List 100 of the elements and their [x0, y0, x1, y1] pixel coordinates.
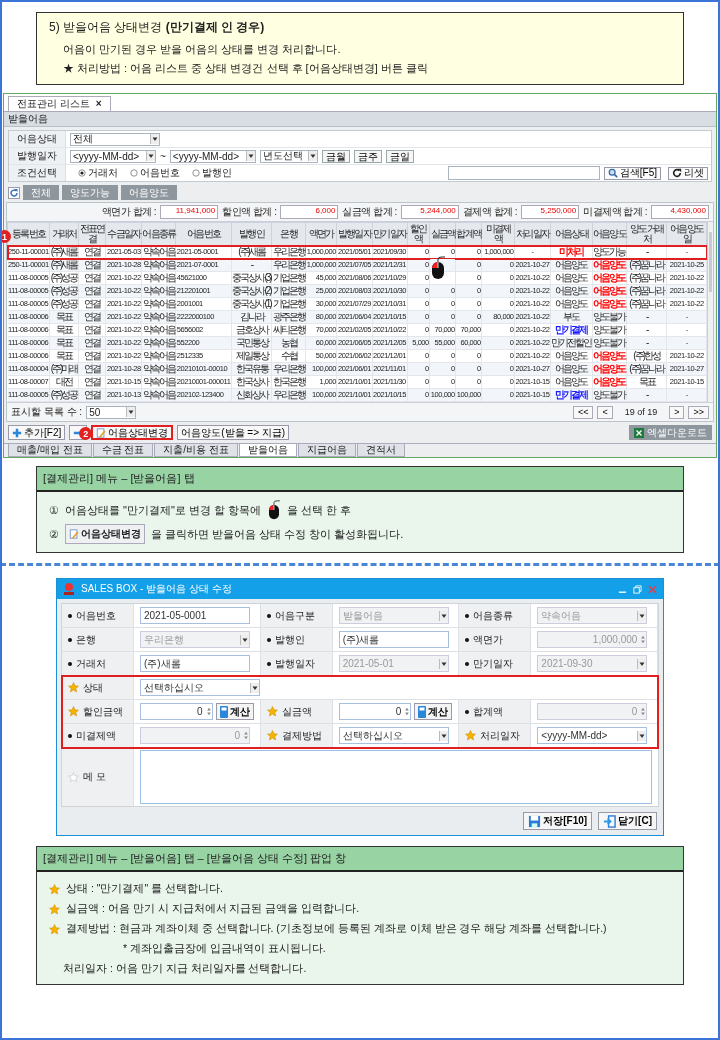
dropdown[interactable]: 선택하십시오: [140, 679, 260, 696]
year-dropdown[interactable]: 년도선택: [259, 149, 318, 163]
save-button[interactable]: 저장[F10]: [523, 812, 593, 830]
step-text: 을 클릭하면 받을어음 상태 수정 창이 활성화됩니다.: [151, 526, 404, 542]
calculate-button[interactable]: 계산: [215, 703, 254, 720]
field-label: 실금액: [281, 704, 312, 719]
page-info: 19 of 19: [624, 407, 658, 417]
intro-text: ★ 처리방법 : 어음 리스트 중 상태 변경건 선택 후 [어음상태변경] 버튼 클릭: [63, 61, 429, 76]
column-header[interactable]: 등록번호: [7, 222, 50, 246]
radio-option[interactable]: 어음번호: [130, 166, 180, 180]
close-icon[interactable]: ×: [95, 98, 102, 110]
dropdown[interactable]: <yyyy-MM-dd>: [537, 727, 648, 744]
table-cell: (주)새롬: [231, 245, 272, 259]
page-size-dropdown[interactable]: 50: [86, 405, 137, 419]
first-page-button[interactable]: <<: [572, 405, 594, 419]
number-field[interactable]: 0: [338, 703, 412, 720]
field-label: 어음종류: [473, 608, 514, 623]
refresh-icon[interactable]: [8, 186, 20, 199]
table-cell: 기업은행: [271, 297, 306, 311]
spinner-icon[interactable]: [205, 706, 212, 717]
column-header[interactable]: 어음양도일: [666, 222, 707, 246]
spinner-icon[interactable]: [404, 706, 411, 717]
step-number: ②: [49, 527, 59, 541]
scrollbar[interactable]: [707, 222, 713, 402]
dropdown-arrow-icon[interactable]: [150, 134, 159, 144]
add-button[interactable]: 추가[F2]: [8, 425, 66, 440]
previous-page-button[interactable]: <: [597, 405, 613, 419]
column-header[interactable]: 어음종류: [141, 222, 176, 246]
column-header[interactable]: 합계액: [455, 222, 482, 246]
text-field[interactable]: 2021-05-0001: [140, 607, 250, 624]
window-tab[interactable]: 전표관리 리스트 ×: [8, 96, 111, 111]
column-header[interactable]: 어음양도: [592, 222, 627, 246]
column-header[interactable]: 할인액: [407, 222, 430, 246]
step-text: 어음상태를 "만기결제"로 변경 할 항목에: [65, 502, 262, 518]
quick-date-button[interactable]: 금주: [353, 149, 382, 163]
text-field[interactable]: (주)새롬: [338, 631, 449, 648]
table-cell: 연결: [78, 297, 106, 311]
column-header[interactable]: 어음상태: [550, 222, 593, 246]
radio-option[interactable]: 거래처: [78, 166, 118, 180]
bottom-tab[interactable]: 매출/매입 전표: [8, 444, 92, 457]
reset-button[interactable]: 리셋: [668, 166, 708, 180]
bottom-tab[interactable]: 지출/비용 전표: [154, 444, 238, 457]
app-logo-icon: [63, 582, 75, 596]
radio-icon[interactable]: [78, 169, 86, 177]
column-header[interactable]: 어음번호: [175, 222, 232, 246]
dropdown[interactable]: 선택하십시오: [338, 727, 449, 744]
next-page-button[interactable]: >: [669, 405, 685, 419]
change-status-button[interactable]: 어음상태변경: [91, 425, 174, 440]
table-cell: -: [626, 245, 667, 259]
transfer-button[interactable]: 어음양도(받을 => 지급): [177, 425, 290, 440]
search-field[interactable]: [447, 166, 600, 180]
column-header[interactable]: 발행일자: [336, 222, 372, 246]
table-cell: 수협: [271, 349, 306, 363]
column-header[interactable]: 전표연결: [78, 222, 106, 246]
column-header[interactable]: 만기일자: [372, 222, 408, 246]
calculate-button[interactable]: 계산: [414, 703, 453, 720]
column-header[interactable]: 수금일자: [105, 222, 142, 246]
total-label: 실금액 합계 :: [342, 205, 397, 219]
date-picker[interactable]: <yyyy-MM-dd>: [70, 149, 156, 163]
column-header[interactable]: 양도 거래처: [626, 222, 667, 246]
column-header[interactable]: 처리일자: [514, 222, 551, 246]
date-picker[interactable]: <yyyy-MM-dd>: [169, 149, 256, 163]
radio-icon[interactable]: [192, 169, 200, 177]
bottom-tab[interactable]: 받을어음: [238, 444, 297, 457]
table-cell: 금호상사: [231, 323, 272, 337]
last-page-button[interactable]: >>: [688, 405, 709, 419]
number-field[interactable]: 0: [140, 703, 213, 720]
total-label: 액면가 합계 :: [101, 205, 157, 219]
close-button[interactable]: 닫기[C]: [598, 812, 657, 830]
column-header[interactable]: 미결제액: [481, 222, 515, 246]
bottom-tab[interactable]: 견적서: [356, 444, 405, 457]
bottom-tab[interactable]: 지급어음: [297, 444, 356, 457]
table-cell: (주)성공: [49, 271, 79, 285]
table-cell: 씨티은행: [271, 323, 306, 337]
dropdown-arrow-icon[interactable]: [146, 151, 155, 161]
column-header[interactable]: 은행: [271, 222, 306, 246]
memo-field[interactable]: [140, 750, 652, 804]
table-cell: 연결: [78, 375, 106, 389]
column-header[interactable]: 액면가: [305, 222, 337, 246]
column-header[interactable]: 거래처: [49, 222, 79, 246]
status-dropdown[interactable]: 전체: [70, 132, 160, 146]
quick-date-button[interactable]: 금일: [385, 149, 414, 163]
column-header[interactable]: 발행인: [231, 222, 272, 246]
field-label: 결제방법: [281, 728, 322, 743]
radio-option[interactable]: 발행인: [192, 166, 232, 180]
table-cell: 중국상사(1): [231, 297, 272, 311]
dropdown-arrow-icon[interactable]: [126, 407, 136, 417]
dropdown-arrow-icon[interactable]: [307, 151, 317, 161]
bottom-tab[interactable]: 수금 전표: [92, 444, 154, 457]
quick-date-button[interactable]: 금월: [321, 149, 350, 163]
radio-icon[interactable]: [130, 169, 138, 177]
field-label: 만기일자: [473, 656, 514, 671]
star-icon: [68, 771, 79, 783]
dropdown-arrow-icon[interactable]: [245, 151, 255, 161]
section-heading: 5) 받을어음 상태변경 (만기결제 인 경우): [49, 19, 266, 36]
column-header[interactable]: 실금액: [429, 222, 456, 246]
intro-text: 어음이 만기된 경우 받을 어음의 상태를 변경 처리합니다.: [63, 42, 342, 57]
text-field[interactable]: (주)새롬: [140, 655, 250, 672]
search-button[interactable]: 검색[F5]: [603, 166, 661, 180]
reload-icon: [672, 168, 682, 178]
